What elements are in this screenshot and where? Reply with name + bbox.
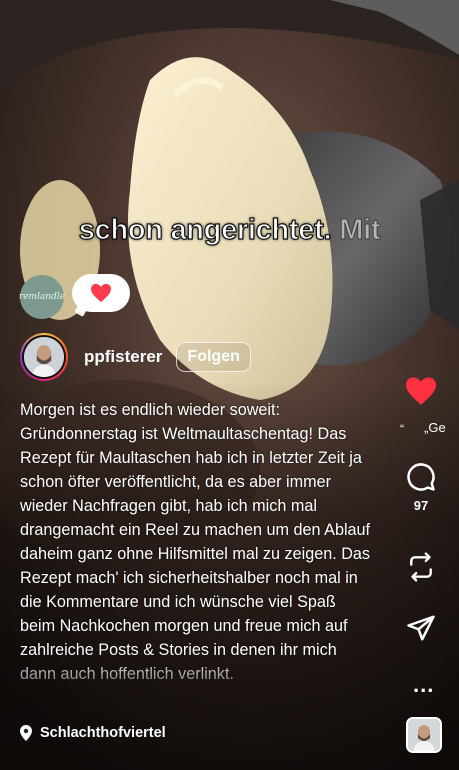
location-tag[interactable]: Schlachthofviertel: [20, 725, 166, 741]
author-avatar[interactable]: [20, 333, 68, 381]
overlay-caption-main: schon angerichtet.: [78, 213, 332, 246]
comment-count: 97: [413, 498, 429, 513]
more-icon[interactable]: ...: [413, 672, 434, 698]
repost-button[interactable]: [391, 550, 451, 584]
audio-thumbnail-image: [408, 719, 440, 751]
author-row: ppfisterer Folgen: [20, 333, 251, 381]
repost-icon: [410, 552, 432, 582]
location-pin-icon: [20, 725, 32, 741]
comment-button[interactable]: 97: [391, 462, 451, 513]
sticker-logo: remlandle: [18, 275, 66, 319]
liked-by-preview: „Ge: [424, 420, 446, 435]
liked-by-quote-open: “: [400, 422, 404, 436]
audio-thumbnail[interactable]: [406, 717, 442, 753]
comment-icon: [407, 463, 435, 491]
reel-description[interactable]: Morgen ist es endlich wieder soweit: Grü…: [20, 398, 372, 694]
heart-icon: [91, 283, 111, 303]
overlay-caption-faded: Mit: [339, 214, 381, 247]
heart-icon: [406, 377, 436, 405]
sticker-text: remlandle: [18, 292, 66, 302]
video-caption-overlay: schon angerichtet. Mit: [0, 213, 459, 247]
location-label: Schlachthofviertel: [40, 725, 166, 741]
share-button[interactable]: [391, 614, 451, 642]
send-icon: [407, 615, 435, 641]
author-username[interactable]: ppfisterer: [84, 347, 162, 367]
follow-button[interactable]: Folgen: [176, 342, 251, 372]
profile-avatar-image: [24, 337, 64, 377]
reel-viewer: schon angerichtet.Mit remlandle ppfiste: [0, 0, 459, 770]
like-button[interactable]: [391, 376, 451, 406]
reaction-bubble[interactable]: [72, 274, 130, 312]
